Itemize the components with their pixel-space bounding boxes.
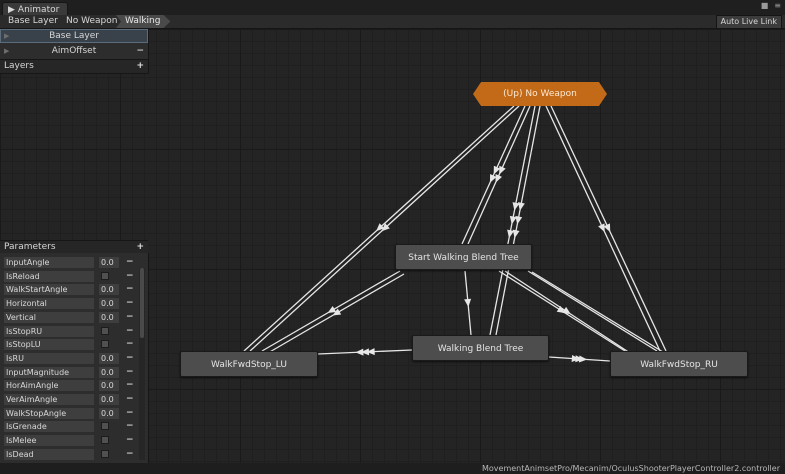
state-walking-blend-tree[interactable]: Walking Blend Tree	[412, 335, 549, 361]
transition-arrow-icon	[355, 348, 364, 356]
transition-arrow-icon	[578, 355, 588, 363]
entry-state-node[interactable]: (Up) No Weapon	[473, 82, 607, 106]
transition-line[interactable]	[467, 105, 531, 245]
state-walkfwdstop-ru[interactable]: WalkFwdStop_RU	[610, 351, 748, 377]
transition-line[interactable]	[461, 105, 526, 245]
status-bar: MovementAnimsetPro/Mecanim/OculusShooter…	[0, 463, 785, 474]
transition-line[interactable]	[531, 271, 664, 353]
state-start-walking-blend-tree[interactable]: Start Walking Blend Tree	[395, 244, 532, 270]
state-walkfwdstop-lu[interactable]: WalkFwdStop_LU	[180, 351, 318, 377]
transition-arrow-icon	[464, 298, 472, 307]
transition-arrow-icon	[562, 306, 571, 315]
controller-path: MovementAnimsetPro/Mecanim/OculusShooter…	[481, 464, 780, 473]
transition-lines	[243, 105, 667, 363]
